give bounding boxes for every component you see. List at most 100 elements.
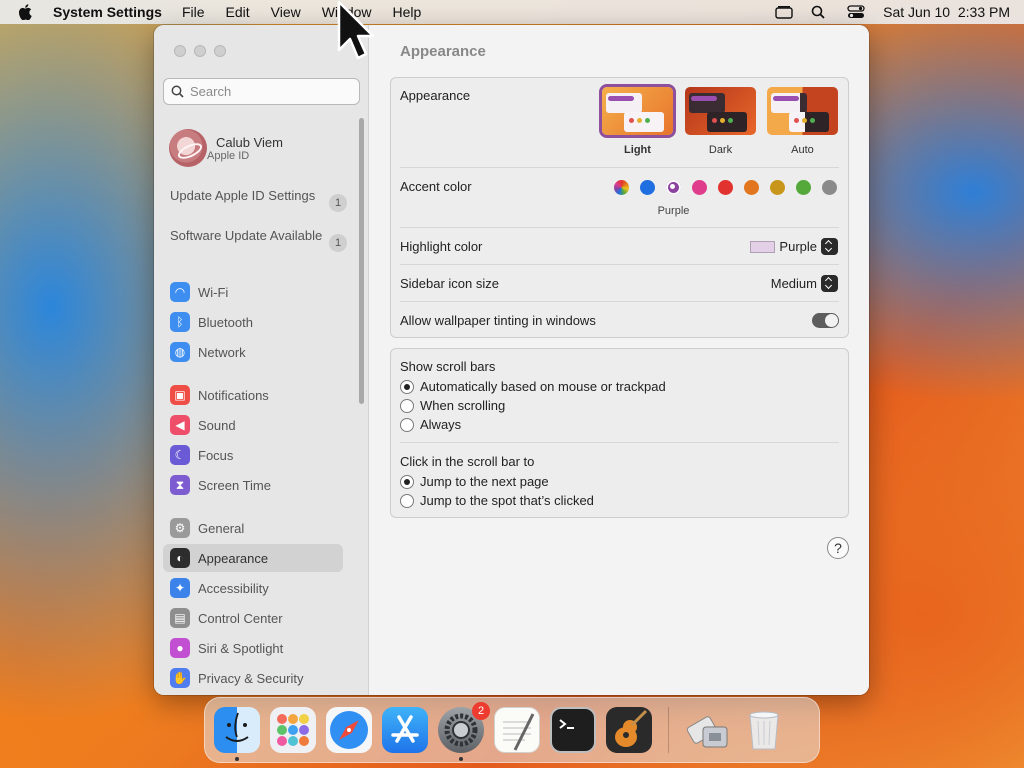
sidebar-item-sound[interactable]: ◀ Sound <box>163 411 343 439</box>
accent-swatch[interactable] <box>692 180 707 195</box>
sidebar-item-screen-time[interactable]: ⧗ Screen Time <box>163 471 343 499</box>
system-settings-icon[interactable]: 2 <box>438 702 490 761</box>
scroll-bars-option-when-scrolling[interactable]: When scrolling <box>400 398 505 413</box>
accent-swatch-multicolor[interactable] <box>614 180 629 195</box>
main-content: Appearance Appearance Light Dark Auto Ac… <box>369 25 869 695</box>
menu-view[interactable]: View <box>271 4 301 20</box>
accent-swatch[interactable] <box>640 180 655 195</box>
help-button[interactable]: ? <box>827 537 849 559</box>
globe-icon: ◍ <box>170 342 190 362</box>
notice-label: Update Apple ID Settings <box>170 188 316 203</box>
accent-swatch[interactable] <box>796 180 811 195</box>
radio-button[interactable] <box>400 493 414 508</box>
sidebar-item-label: Siri & Spotlight <box>198 640 284 656</box>
sidebar-item-network[interactable]: ◍ Network <box>163 338 343 366</box>
sidebar-item-siri-spotlight[interactable]: ● Siri & Spotlight <box>163 634 343 662</box>
sidebar-item-appearance[interactable]: ◐ Appearance <box>163 544 343 572</box>
accessibility-icon: ✦ <box>170 578 190 598</box>
siri-icon: ● <box>170 638 190 658</box>
sidebar-item-label: Notifications <box>198 387 269 403</box>
highlight-swatch <box>750 240 776 253</box>
profile-subtitle: Apple ID <box>207 149 250 162</box>
sidebar-item-accessibility[interactable]: ✦ Accessibility <box>163 574 343 602</box>
sidebar-item-label: Sound <box>198 417 236 433</box>
click-option-spot-clicked[interactable]: Jump to the spot that’s clicked <box>400 493 594 508</box>
software-update-item[interactable]: Software Update Available 1 <box>170 228 347 252</box>
search-icon <box>171 85 184 98</box>
migration-assistant-icon[interactable] <box>685 707 731 753</box>
launchpad-icon[interactable] <box>270 707 316 753</box>
appearance-option-auto[interactable] <box>767 87 838 135</box>
appearance-label-light: Light <box>624 144 651 156</box>
accent-swatch[interactable] <box>666 180 681 195</box>
terminal-icon[interactable] <box>550 707 596 753</box>
accent-swatch[interactable] <box>822 180 837 195</box>
gear-icon: ⚙ <box>170 518 190 538</box>
garageband-icon[interactable] <box>606 707 652 753</box>
sidebar-item-wi-fi[interactable]: ◠ Wi-Fi <box>163 278 343 306</box>
scroll-bars-option-automatic[interactable]: Automatically based on mouse or trackpad <box>400 379 666 394</box>
sidebar-search[interactable] <box>163 78 360 105</box>
textedit-icon[interactable] <box>494 707 540 753</box>
sidebar-icon-size-popup[interactable]: Medium <box>771 275 838 292</box>
sidebar-scrollbar[interactable] <box>359 118 364 404</box>
divider <box>400 264 839 265</box>
safari-icon[interactable] <box>326 707 372 753</box>
accent-swatch[interactable] <box>744 180 759 195</box>
system-settings-window: Calub Viem Apple ID Update Apple ID Sett… <box>154 25 869 695</box>
update-apple-id-item[interactable]: Update Apple ID Settings 1 <box>170 188 347 212</box>
control-center-icon[interactable] <box>847 5 865 19</box>
close-button[interactable] <box>174 45 186 57</box>
sidebar-item-label: Control Center <box>198 610 283 626</box>
app-store-icon[interactable] <box>382 707 428 753</box>
appearance-icon: ◐ <box>170 548 190 568</box>
sidebar-item-focus[interactable]: ☾ Focus <box>163 441 343 469</box>
sidebar-item-label: Appearance <box>198 550 269 566</box>
appearance-option-dark[interactable] <box>685 87 756 135</box>
dock: 2 <box>204 697 820 763</box>
apple-id-profile[interactable]: Calub Viem Apple ID <box>169 129 283 167</box>
sidebar-item-privacy-security[interactable]: ✋ Privacy & Security <box>163 664 343 692</box>
highlight-color-popup[interactable]: Purple <box>750 238 838 255</box>
sidebar: Calub Viem Apple ID Update Apple ID Sett… <box>154 25 369 695</box>
accent-swatch[interactable] <box>770 180 785 195</box>
scroll-bars-option-always[interactable]: Always <box>400 417 461 432</box>
sidebar-item-label: Privacy & Security <box>198 670 304 686</box>
window-controls <box>174 45 226 57</box>
sidebar-item-control-center[interactable]: ▤ Control Center <box>163 604 343 632</box>
radio-button[interactable] <box>400 417 414 432</box>
bluetooth-icon: ᛒ <box>170 312 190 332</box>
sidebar-item-bluetooth[interactable]: ᛒ Bluetooth <box>163 308 343 336</box>
wallpaper-tinting-label: Allow wallpaper tinting in windows <box>400 313 596 328</box>
zoom-button[interactable] <box>214 45 226 57</box>
minimize-button[interactable] <box>194 45 206 57</box>
radio-button[interactable] <box>400 474 414 489</box>
radio-button[interactable] <box>400 398 414 413</box>
finder-icon[interactable] <box>214 707 260 761</box>
menu-app-name[interactable]: System Settings <box>53 4 162 20</box>
appearance-option-light[interactable] <box>599 84 676 138</box>
menu-file[interactable]: File <box>182 4 205 20</box>
scroll-bars-panel: Show scroll bars Automatically based on … <box>390 348 849 518</box>
wallpaper-tinting-toggle[interactable] <box>812 313 839 328</box>
notification-badge: 2 <box>472 702 490 720</box>
accent-swatch[interactable] <box>718 180 733 195</box>
trash-icon[interactable] <box>741 707 787 753</box>
appearance-panel: Appearance Light Dark Auto Accent color … <box>390 77 849 338</box>
menu-help[interactable]: Help <box>393 4 422 20</box>
radio-label: When scrolling <box>420 398 506 413</box>
stage-manager-icon[interactable] <box>775 5 793 19</box>
menu-edit[interactable]: Edit <box>226 4 250 20</box>
search-input[interactable] <box>190 84 350 99</box>
sidebar-item-general[interactable]: ⚙ General <box>163 514 343 542</box>
spotlight-search-icon[interactable] <box>811 5 829 19</box>
apple-menu-icon[interactable] <box>18 4 32 21</box>
notice-label: Software Update Available <box>170 228 323 243</box>
sidebar-item-notifications[interactable]: ▣ Notifications <box>163 381 343 409</box>
click-option-next-page[interactable]: Jump to the next page <box>400 474 549 489</box>
menu-clock[interactable]: Sat Jun 10 2:33 PM <box>883 4 1010 20</box>
radio-button[interactable] <box>400 379 414 394</box>
profile-name: Calub Viem <box>216 134 283 150</box>
sidebar-item-label: Network <box>198 344 246 360</box>
sidebar-icon-size-value: Medium <box>770 276 817 291</box>
